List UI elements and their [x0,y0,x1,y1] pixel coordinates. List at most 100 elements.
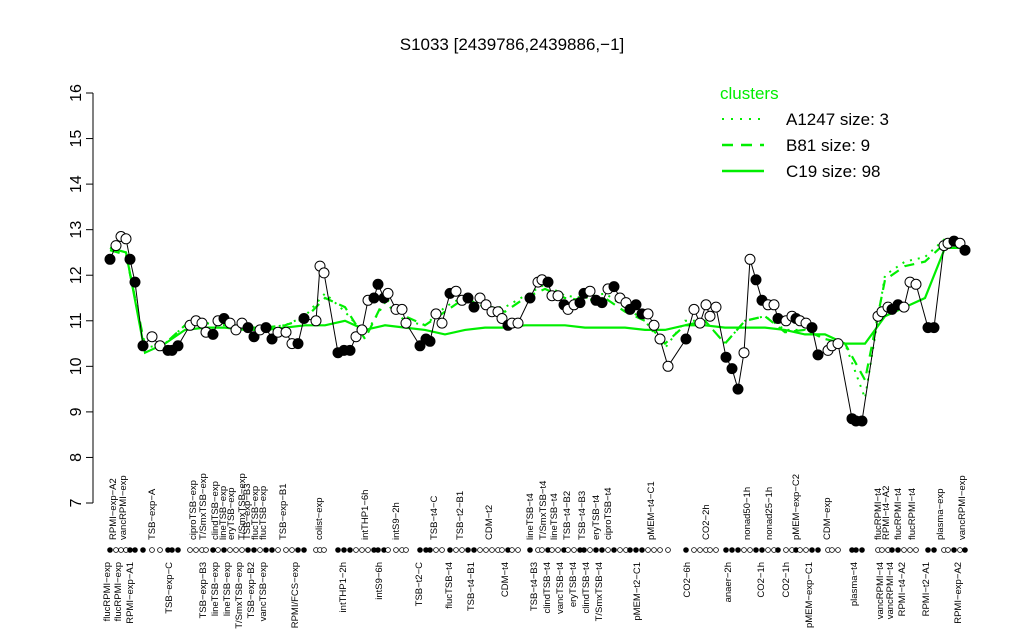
rug-mark [549,547,555,553]
rug-mark [489,547,495,553]
rug-mark [417,547,423,553]
x-label-lower: pMEM−exp−C1 [804,562,815,628]
rug-mark [859,547,865,553]
data-point [280,326,292,338]
legend: clusters A1247 size: 3 B81 size: 9 C19 s… [720,84,889,181]
rug-mark [913,547,919,553]
x-label-upper: CDM−exp [822,498,833,541]
data-point [524,292,536,304]
x-label-lower: CO2−6h [682,562,693,598]
rug-mark [962,547,968,553]
rug-mark [403,547,409,553]
x-label-upper: eryTSB−exp [226,487,237,540]
x-label-upper: TSB−t4−B2 [562,491,573,540]
data-point [120,233,132,245]
rug-mark [283,547,289,553]
rug-mark [815,547,821,553]
rug-mark [203,547,209,553]
data-point [450,285,462,297]
rug-mark [132,547,138,553]
data-point [298,313,310,324]
rug-mark [907,547,913,553]
x-label-upper: vancRPMI−exp [118,475,129,540]
rug-mark [889,547,895,553]
rug-mark [169,547,175,553]
x-label-upper: flucRPMI−t4 [907,488,918,540]
x-label-lower: pMEM−t2−C1 [632,562,643,621]
x-label-lower: T/SmxTSB−exp [234,562,245,629]
data-point [680,333,692,345]
y-tick-label: 9 [68,407,85,416]
rug-mark [957,547,963,553]
rug-mark [753,547,759,553]
data-point [959,244,971,256]
data-point [552,290,564,302]
rug-mark [853,547,859,553]
rug-mark [611,547,617,553]
cluster-line-chart: S1033 [2439786,2439886,−1] 7 8 9 10 11 12 13 14… [68,35,971,629]
data-point [310,315,322,327]
rug-mark [879,547,885,553]
x-label-lower: intTHP1−2h [338,562,349,612]
y-tick-label: 15 [68,130,85,148]
rug-mark [335,547,341,553]
rug-mark [215,547,221,553]
rug-mark [713,547,719,553]
x-label-lower: T/SmxTSB−t4 [594,562,605,621]
x-label-upper: plasma−exp [935,489,946,541]
rug-mark [723,547,729,553]
data-point [768,299,780,311]
rug-mark [375,547,381,553]
rug-mark [759,547,765,553]
x-label-lower: flucRPMI−exp [102,562,113,621]
x-label-lower: TSB−t4−B3 [529,562,540,611]
x-label-upper: T/SmxTSB−exp [198,473,209,540]
points-layer [104,231,971,427]
data-point [242,322,254,334]
x-label-lower: vancTSB−exp [258,562,269,621]
rug-mark [581,547,587,553]
rug-mark [118,547,124,553]
rug-mark [385,547,391,553]
x-label-upper: TSB−t4−B3 [577,491,588,540]
x-label-lower: flucRPMI−exp [113,562,124,621]
data-point [196,317,208,329]
x-label-lower: vancRPMI−t4 [885,562,896,619]
x-label-upper: pMEM−exp−C2 [791,474,802,540]
rug-mark [639,547,645,553]
data-point [400,317,412,329]
data-point [720,351,732,363]
rug-mark [951,547,957,553]
data-point [104,253,116,265]
rug-mark [945,547,951,553]
rug-mark [107,547,113,553]
x-label-upper: eryTSB−t4 [591,495,602,540]
rug-mark [275,547,281,553]
rug-mark [149,547,155,553]
rug-mark [257,547,263,553]
x-label-upper: nonad25−1h [764,487,775,540]
rug-mark [347,547,353,553]
x-label-upper: intS9−2h [391,502,402,540]
rug-mark [555,547,561,553]
data-point [468,301,480,313]
x-label-lower: RPMI−t4−A2 [897,562,908,616]
rug-mark [645,547,651,553]
y-tick-label: 8 [68,453,85,462]
rug-mark [741,547,747,553]
rug-mark [459,547,465,553]
data-point [110,240,122,252]
rug-mark [365,547,371,553]
data-point [738,347,750,359]
y-tick-label: 10 [68,357,85,375]
data-point [368,292,380,304]
x-label-lower: CO2−1h [756,562,767,598]
data-point [648,319,660,331]
rug-mark [605,547,611,553]
y-tick-label: 13 [68,221,85,239]
x-label-lower: RPMI−t2−A1 [921,562,932,616]
rug-mark [321,547,327,553]
data-point [124,253,136,265]
data-point [396,303,408,315]
cluster-line-c19 [109,246,965,355]
